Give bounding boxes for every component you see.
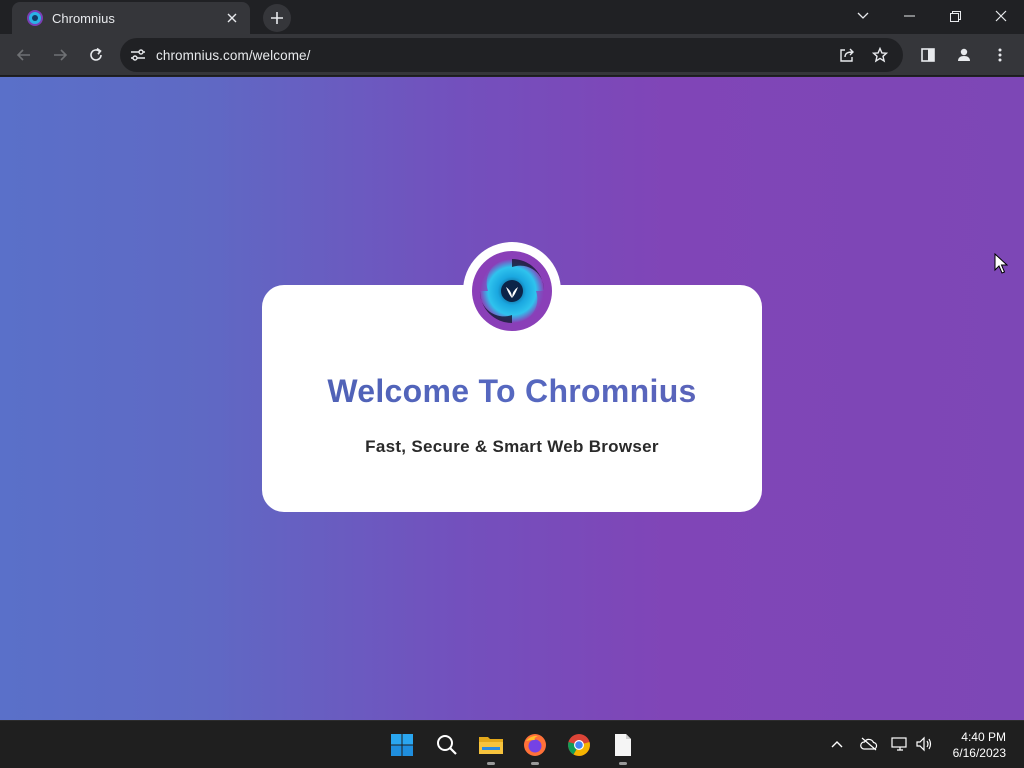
restore-button[interactable] xyxy=(932,0,978,32)
welcome-tagline: Fast, Secure & Smart Web Browser xyxy=(365,437,659,456)
clock-date: 6/16/2023 xyxy=(952,746,1006,760)
chromnius-logo-icon xyxy=(472,251,552,331)
star-icon xyxy=(872,47,888,63)
plus-icon xyxy=(271,12,283,24)
taskbar-firefox[interactable] xyxy=(519,729,551,765)
tune-icon[interactable] xyxy=(130,48,146,62)
minimize-icon xyxy=(903,15,915,17)
volume-tray[interactable] xyxy=(913,733,935,755)
url-text[interactable]: chromnius.com/welcome/ xyxy=(156,48,311,63)
running-indicator xyxy=(531,762,539,765)
chrome-icon xyxy=(568,734,590,756)
reload-button[interactable] xyxy=(80,39,112,71)
tab-chromnius[interactable]: Chromnius xyxy=(12,2,250,34)
share-button[interactable] xyxy=(831,39,863,71)
taskbar-chrome[interactable] xyxy=(563,729,595,761)
restore-icon xyxy=(949,10,961,22)
menu-button[interactable] xyxy=(984,39,1016,71)
chevron-up-icon xyxy=(831,741,843,748)
browser-toolbar: chromnius.com/welcome/ xyxy=(0,34,1024,76)
mouse-cursor-icon xyxy=(994,253,1008,274)
forward-button[interactable] xyxy=(44,39,76,71)
arrow-right-icon xyxy=(54,49,68,61)
windows-start-icon xyxy=(391,734,413,756)
profile-icon xyxy=(958,48,970,61)
search-icon xyxy=(437,735,457,755)
taskbar-search-button[interactable] xyxy=(431,729,463,761)
reload-icon xyxy=(90,47,102,61)
tab-title: Chromnius xyxy=(52,10,115,26)
welcome-headline: Welcome To Chromnius xyxy=(262,373,762,410)
network-tray[interactable] xyxy=(889,733,911,755)
clock-time: 4:40 PM xyxy=(961,730,1006,744)
network-icon xyxy=(891,737,907,751)
file-explorer-icon xyxy=(479,737,503,754)
system-clock[interactable]: 4:40 PM 6/16/2023 xyxy=(953,729,1006,761)
show-hidden-icons-button[interactable] xyxy=(826,733,848,755)
file-icon xyxy=(615,734,631,756)
tab-strip: Chromnius xyxy=(0,0,1024,34)
share-icon xyxy=(840,48,854,62)
side-panel-button[interactable] xyxy=(912,39,944,71)
more-vert-icon xyxy=(998,48,1002,62)
firefox-icon xyxy=(524,734,546,756)
side-panel-icon xyxy=(921,48,935,62)
taskbar-file-explorer[interactable] xyxy=(475,729,507,765)
close-icon xyxy=(995,10,1007,22)
taskbar: 4:40 PM 6/16/2023 xyxy=(0,720,1024,768)
tab-search-button[interactable] xyxy=(840,0,886,32)
page-viewport: Welcome To Chromnius Fast, Secure & Smar… xyxy=(0,77,1024,720)
onedrive-tray[interactable] xyxy=(858,733,880,755)
volume-icon xyxy=(916,736,932,752)
cloud-off-icon xyxy=(860,737,878,751)
chromnius-logo-icon xyxy=(27,10,43,26)
back-button[interactable] xyxy=(8,39,40,71)
close-window-button[interactable] xyxy=(978,0,1024,32)
minimize-button[interactable] xyxy=(886,0,932,32)
running-indicator xyxy=(487,762,495,765)
new-tab-button[interactable] xyxy=(263,4,291,32)
profile-button[interactable] xyxy=(948,39,980,71)
tab-close-icon[interactable] xyxy=(222,8,242,28)
start-button[interactable] xyxy=(386,729,418,761)
bookmark-button[interactable] xyxy=(864,39,896,71)
running-indicator xyxy=(619,762,627,765)
taskbar-file[interactable] xyxy=(607,729,639,765)
address-bar[interactable]: chromnius.com/welcome/ xyxy=(120,38,903,72)
logo-badge xyxy=(463,242,561,340)
arrow-left-icon xyxy=(16,49,30,61)
chevron-down-icon xyxy=(857,12,869,19)
